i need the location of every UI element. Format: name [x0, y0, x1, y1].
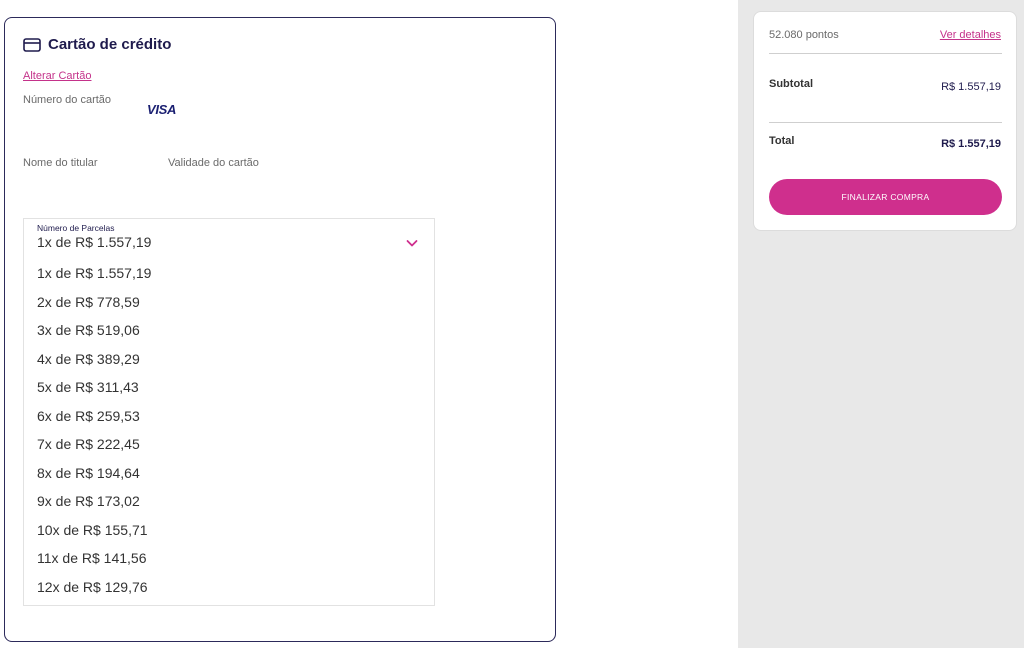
installment-option[interactable]: 1x de R$ 1.557,19: [24, 259, 434, 288]
holder-name-label: Nome do titular: [23, 157, 98, 169]
subtotal-label: Subtotal: [769, 78, 813, 90]
order-summary: 52.080 pontos Ver detalhes Subtotal R$ 1…: [753, 11, 1017, 231]
divider: [769, 122, 1002, 123]
total-label: Total: [769, 135, 795, 147]
total-value: R$ 1.557,19: [941, 138, 1001, 150]
installments-label: Número de Parcelas: [37, 223, 115, 233]
payment-header: Cartão de crédito: [23, 36, 171, 53]
checkout-page: Cartão de crédito Alterar Cartão Número …: [0, 0, 1024, 648]
installment-option[interactable]: 8x de R$ 194,64: [24, 459, 434, 488]
installment-option[interactable]: 11x de R$ 141,56: [24, 544, 434, 573]
payment-title: Cartão de crédito: [48, 36, 172, 53]
visa-logo: VISA: [147, 102, 177, 117]
points-balance: 52.080 pontos: [769, 29, 839, 41]
divider: [769, 53, 1002, 54]
card-number-label: Número do cartão: [23, 94, 112, 106]
installment-option[interactable]: 3x de R$ 519,06: [24, 316, 434, 345]
installment-option[interactable]: 9x de R$ 173,02: [24, 487, 434, 516]
installment-option[interactable]: 5x de R$ 311,43: [24, 373, 434, 402]
view-details-link[interactable]: Ver detalhes: [940, 29, 1001, 41]
installments-selected[interactable]: 1x de R$ 1.557,19: [37, 234, 151, 250]
installment-option[interactable]: 6x de R$ 259,53: [24, 402, 434, 431]
installment-option[interactable]: 2x de R$ 778,59: [24, 288, 434, 317]
expiry-label: Validade do cartão: [168, 157, 259, 169]
installment-option[interactable]: 4x de R$ 389,29: [24, 345, 434, 374]
installment-option[interactable]: 10x de R$ 155,71: [24, 516, 434, 545]
installment-option[interactable]: 12x de R$ 129,76: [24, 573, 434, 602]
chevron-down-icon[interactable]: [406, 235, 418, 247]
subtotal-value: R$ 1.557,19: [941, 81, 1001, 93]
credit-card-icon: [23, 37, 41, 52]
installment-option[interactable]: 7x de R$ 222,45: [24, 430, 434, 459]
installments-options: 1x de R$ 1.557,19 2x de R$ 778,59 3x de …: [24, 259, 434, 601]
payment-card: Cartão de crédito Alterar Cartão Número …: [4, 17, 556, 642]
checkout-button[interactable]: FINALIZAR COMPRA: [769, 179, 1002, 215]
change-card-link[interactable]: Alterar Cartão: [23, 70, 91, 82]
installments-select[interactable]: Número de Parcelas 1x de R$ 1.557,19 1x …: [23, 218, 435, 606]
